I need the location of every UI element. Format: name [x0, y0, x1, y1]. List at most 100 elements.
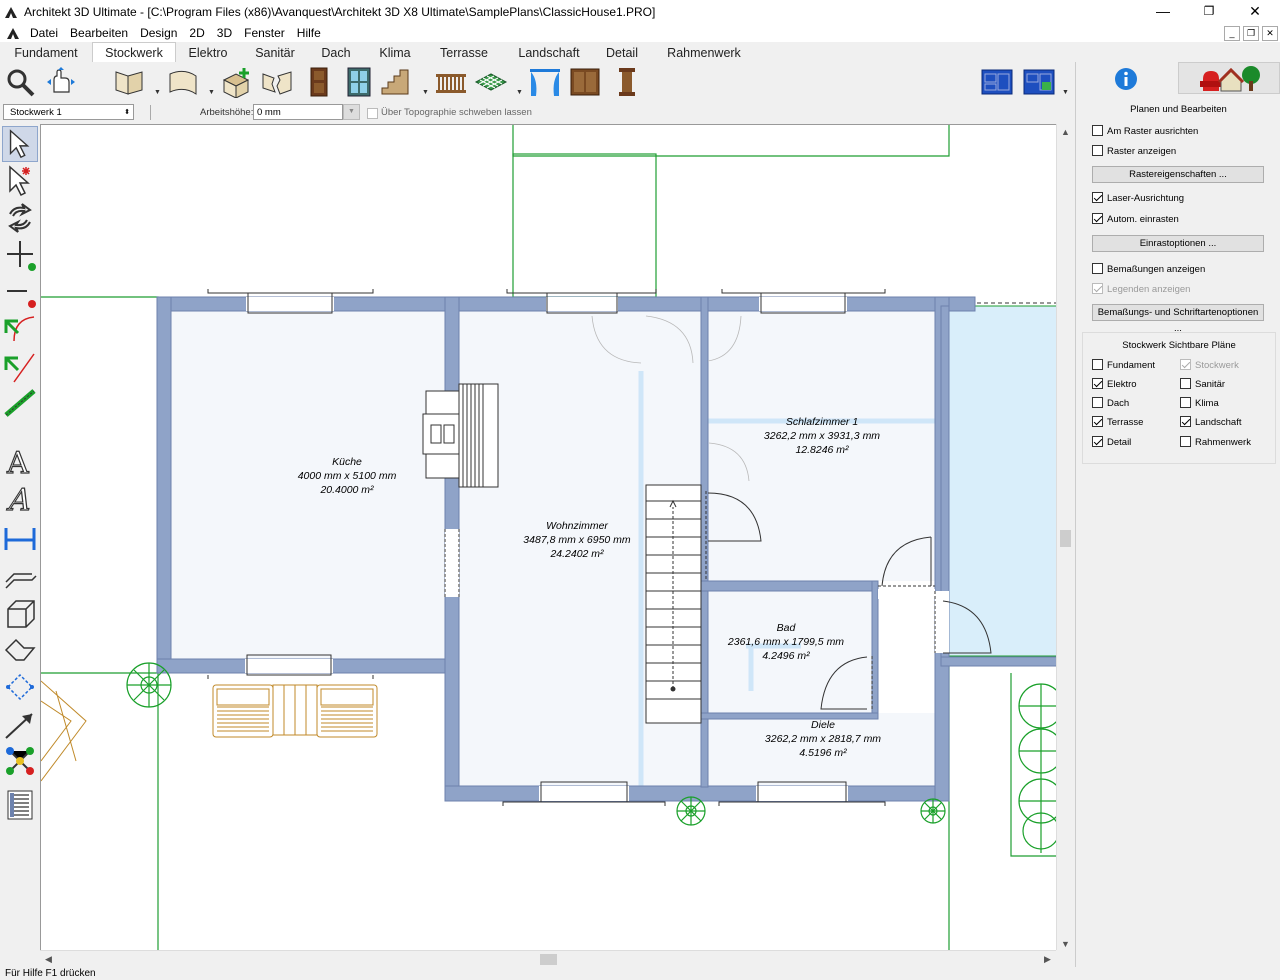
- plan-toggle-elektro[interactable]: Elektro: [1092, 378, 1137, 392]
- snap-grid-checkbox[interactable]: [1092, 125, 1103, 136]
- plan-3d-view-icon[interactable]: [1022, 66, 1056, 98]
- text-tool-icon[interactable]: A: [2, 442, 38, 478]
- scroll-up-icon[interactable]: ▲: [1057, 124, 1074, 141]
- arc-tool-icon[interactable]: [2, 311, 38, 347]
- tab-klima[interactable]: Klima: [368, 44, 422, 62]
- snap-options-button[interactable]: Einrastoptionen ...: [1092, 235, 1264, 252]
- room-label-bad[interactable]: Bad 2361,6 mm x 1799,5 mm 4.2496 m²: [696, 621, 876, 663]
- grid-properties-button[interactable]: Rastereigenschaften ...: [1092, 166, 1264, 183]
- tab-landschaft[interactable]: Landschaft: [508, 44, 590, 62]
- maximize-button[interactable]: ❐: [1186, 0, 1232, 22]
- floor-select[interactable]: Stockwerk 1 ⬍: [3, 104, 134, 120]
- checkbox[interactable]: [1180, 436, 1191, 447]
- fence-chain-icon[interactable]: [2, 385, 38, 421]
- slanted-text-icon[interactable]: A: [2, 479, 38, 515]
- show-dimensions-option[interactable]: Bemaßungen anzeigen: [1092, 263, 1205, 277]
- room-label-wohnzimmer[interactable]: Wohnzimmer 3487,8 mm x 6950 mm 24.2402 m…: [487, 519, 667, 561]
- floor-pattern-icon[interactable]: [474, 66, 508, 98]
- scroll-right-icon[interactable]: ▶: [1039, 951, 1056, 968]
- area-dim-icon[interactable]: [2, 669, 38, 705]
- menu-hilfe[interactable]: Hilfe: [291, 24, 327, 42]
- tab-stockwerk[interactable]: Stockwerk: [92, 42, 176, 64]
- floor-plan-canvas[interactable]: Küche 4000 mm x 5100 mm 20.4000 m² Wohnz…: [40, 124, 1057, 951]
- checkbox[interactable]: [1180, 397, 1191, 408]
- plan-toggle-landschaft[interactable]: Landschaft: [1180, 416, 1241, 430]
- height-input[interactable]: 0 mm: [253, 104, 343, 120]
- tab-terrasse[interactable]: Terrasse: [430, 44, 498, 62]
- mdi-restore-button[interactable]: ❐: [1243, 26, 1259, 41]
- room-label-schlafzimmer[interactable]: Schlafzimmer 1 3262,2 mm x 3931,3 mm 12.…: [732, 415, 912, 457]
- tab-fundament[interactable]: Fundament: [6, 44, 86, 62]
- menu-3d[interactable]: 3D: [211, 24, 238, 42]
- checkbox[interactable]: [1180, 378, 1191, 389]
- curved-wall-icon[interactable]: [166, 66, 200, 98]
- menu-datei[interactable]: Datei: [24, 24, 64, 42]
- railing-icon[interactable]: [434, 66, 468, 98]
- plan-toggle-klima[interactable]: Klima: [1180, 397, 1219, 411]
- checkbox[interactable]: [1092, 359, 1103, 370]
- menu-bearbeiten[interactable]: Bearbeiten: [64, 24, 134, 42]
- show-dims-checkbox[interactable]: [1092, 263, 1103, 274]
- tab-dach[interactable]: Dach: [312, 44, 360, 62]
- vertical-scroll-thumb[interactable]: [1060, 530, 1071, 547]
- plan-toggle-dach[interactable]: Dach: [1092, 397, 1129, 411]
- auto-snap-checkbox[interactable]: [1092, 213, 1103, 224]
- column-icon[interactable]: [610, 66, 644, 98]
- auto-snap-option[interactable]: Autom. einrasten: [1092, 213, 1179, 227]
- window-icon[interactable]: [342, 66, 376, 98]
- horizontal-scrollbar[interactable]: ◀ ▶: [40, 950, 1056, 968]
- library-tab[interactable]: [1178, 62, 1280, 94]
- tab-elektro[interactable]: Elektro: [180, 44, 236, 62]
- select-points-icon[interactable]: [2, 163, 38, 199]
- wall-tool-icon[interactable]: [112, 66, 146, 98]
- plan-toggle-terrasse[interactable]: Terrasse: [1092, 416, 1143, 430]
- cabinet-icon[interactable]: [568, 66, 602, 98]
- stairs-icon[interactable]: [380, 66, 414, 98]
- topo-checkbox[interactable]: [367, 108, 378, 119]
- menu-fenster[interactable]: Fenster: [238, 24, 291, 42]
- door-icon[interactable]: [302, 66, 336, 98]
- zoom-icon[interactable]: [4, 66, 38, 98]
- info-tab[interactable]: [1076, 62, 1176, 94]
- network-icon[interactable]: [2, 743, 38, 779]
- close-button[interactable]: ✕: [1232, 0, 1278, 22]
- checkbox[interactable]: [1092, 378, 1103, 389]
- checkbox[interactable]: [1180, 416, 1191, 427]
- laser-checkbox[interactable]: [1092, 192, 1103, 203]
- checkbox[interactable]: [1092, 416, 1103, 427]
- remove-point-icon[interactable]: [2, 274, 38, 310]
- horizontal-scroll-thumb[interactable]: [540, 954, 557, 965]
- chamfer-tool-icon[interactable]: [2, 348, 38, 384]
- menu-2d[interactable]: 2D: [183, 24, 210, 42]
- plan-toggle-rahmenwerk[interactable]: Rahmenwerk: [1180, 436, 1251, 450]
- wall-break-icon[interactable]: [260, 66, 294, 98]
- curtain-icon[interactable]: [528, 66, 562, 98]
- room-tool-icon[interactable]: [220, 66, 254, 98]
- dimension-font-options-button[interactable]: Bemaßungs- und Schriftartenoptionen ...: [1092, 304, 1264, 334]
- mdi-minimize-button[interactable]: _: [1224, 26, 1240, 41]
- floorplan-view-icon[interactable]: [980, 66, 1014, 98]
- angled-box-icon[interactable]: [2, 632, 38, 668]
- tab-detail[interactable]: Detail: [598, 44, 646, 62]
- select-arrow-icon[interactable]: [2, 126, 38, 162]
- laser-option[interactable]: Laser-Ausrichtung: [1092, 192, 1184, 206]
- room-label-diele[interactable]: Diele 3262,2 mm x 2818,7 mm 4.5196 m²: [733, 718, 913, 760]
- dimension-tool-icon[interactable]: [2, 520, 38, 556]
- app-menu-icon[interactable]: [6, 26, 20, 40]
- plan-toggle-detail[interactable]: Detail: [1092, 436, 1131, 450]
- vertical-scrollbar[interactable]: ▲ ▼: [1056, 124, 1074, 950]
- rotate-icon[interactable]: [2, 200, 38, 236]
- height-dropdown-button[interactable]: ▼: [343, 104, 360, 120]
- layers-icon[interactable]: [2, 787, 38, 823]
- menu-design[interactable]: Design: [134, 24, 183, 42]
- box-dim-icon[interactable]: [2, 595, 38, 631]
- snap-to-grid-option[interactable]: Am Raster ausrichten: [1092, 125, 1198, 139]
- tab-sanitaer[interactable]: Sanitär: [246, 44, 304, 62]
- plan-toggle-sanitaer[interactable]: Sanitär: [1180, 378, 1225, 392]
- linear-dim-icon[interactable]: [2, 558, 38, 594]
- show-grid-checkbox[interactable]: [1092, 145, 1103, 156]
- scroll-left-icon[interactable]: ◀: [40, 951, 57, 968]
- arrow-tool-icon[interactable]: [2, 706, 38, 742]
- minimize-button[interactable]: —: [1140, 0, 1186, 22]
- mdi-close-button[interactable]: ✕: [1262, 26, 1278, 41]
